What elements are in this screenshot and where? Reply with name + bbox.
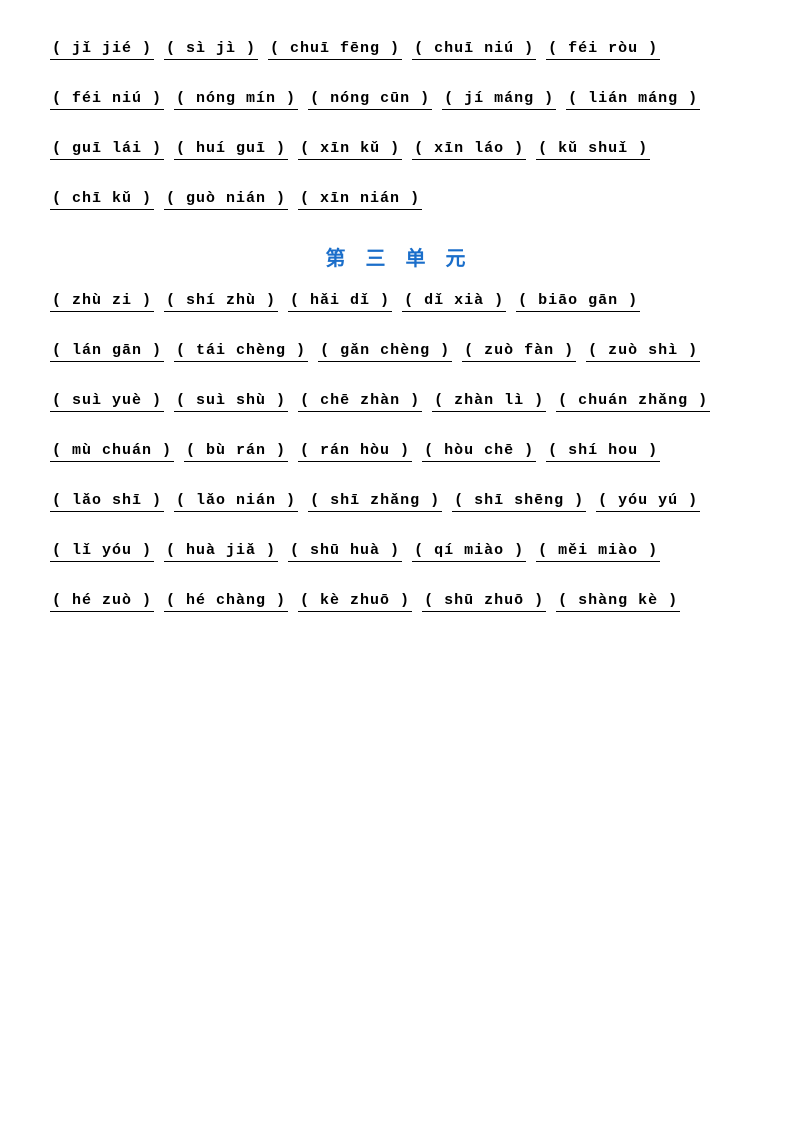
item-2-2: ( nóng mín ) [174,90,298,110]
item-9-2: ( lǎo nián ) [174,492,298,512]
item-6-1: ( lán gān ) [50,342,164,362]
item-3-2: ( huí guī ) [174,140,288,160]
item-11-5: ( shàng kè ) [556,592,680,612]
item-1-2: ( sì jì ) [164,40,258,60]
item-1-1: ( jǐ jié ) [50,40,154,60]
item-5-3: ( hǎi dǐ ) [288,292,392,312]
item-3-4: ( xīn láo ) [412,140,526,160]
header-char-4: 元 [446,242,468,272]
item-6-5: ( zuò shì ) [586,342,700,362]
page: ( jǐ jié ) ( sì jì ) ( chuī fēng ) ( chu… [50,40,743,614]
item-11-2: ( hé chàng ) [164,592,288,612]
item-6-4: ( zuò fàn ) [462,342,576,362]
header-char-2: 三 [366,242,388,272]
item-8-4: ( hòu chē ) [422,442,536,462]
item-3-3: ( xīn kǔ ) [298,140,402,160]
item-7-3: ( chē zhàn ) [298,392,422,412]
line-11: ( hé zuò ) ( hé chàng ) ( kè zhuō ) ( sh… [50,592,743,614]
item-8-3: ( rán hòu ) [298,442,412,462]
item-5-1: ( zhù zi ) [50,292,154,312]
line-2: ( féi niú ) ( nóng mín ) ( nóng cūn ) ( … [50,90,743,112]
item-3-5: ( kǔ shuǐ ) [536,140,650,160]
section1: ( jǐ jié ) ( sì jì ) ( chuī fēng ) ( chu… [50,40,743,212]
item-1-3: ( chuī fēng ) [268,40,402,60]
item-4-1: ( chī kǔ ) [50,190,154,210]
line-5: ( zhù zi ) ( shí zhù ) ( hǎi dǐ ) ( dǐ x… [50,292,743,314]
line-8: ( mù chuán ) ( bù rán ) ( rán hòu ) ( hò… [50,442,743,464]
item-5-2: ( shí zhù ) [164,292,278,312]
item-2-3: ( nóng cūn ) [308,90,432,110]
section2-header: 第 三 单 元 [50,242,743,272]
item-9-4: ( shī shēng ) [452,492,586,512]
item-2-4: ( jí máng ) [442,90,556,110]
item-10-4: ( qí miào ) [412,542,526,562]
item-1-4: ( chuī niú ) [412,40,536,60]
item-7-1: ( suì yuè ) [50,392,164,412]
item-5-4: ( dǐ xià ) [402,292,506,312]
item-9-3: ( shī zhǎng ) [308,492,442,512]
item-2-1: ( féi niú ) [50,90,164,110]
item-7-5: ( chuán zhǎng ) [556,392,710,412]
item-7-4: ( zhàn lì ) [432,392,546,412]
item-5-5: ( biāo gān ) [516,292,640,312]
item-4-2: ( guò nián ) [164,190,288,210]
item-8-2: ( bù rán ) [184,442,288,462]
item-6-3: ( gǎn chèng ) [318,342,452,362]
item-10-2: ( huà jiǎ ) [164,542,278,562]
item-11-4: ( shū zhuō ) [422,592,546,612]
item-10-1: ( lǐ yóu ) [50,542,154,562]
item-11-3: ( kè zhuō ) [298,592,412,612]
section2: ( zhù zi ) ( shí zhù ) ( hǎi dǐ ) ( dǐ x… [50,292,743,614]
line-1: ( jǐ jié ) ( sì jì ) ( chuī fēng ) ( chu… [50,40,743,62]
item-2-5: ( lián máng ) [566,90,700,110]
item-8-1: ( mù chuán ) [50,442,174,462]
header-char-3: 单 [406,242,428,272]
item-7-2: ( suì shù ) [174,392,288,412]
item-9-1: ( lǎo shī ) [50,492,164,512]
item-3-1: ( guī lái ) [50,140,164,160]
line-10: ( lǐ yóu ) ( huà jiǎ ) ( shū huà ) ( qí … [50,542,743,564]
item-11-1: ( hé zuò ) [50,592,154,612]
line-6: ( lán gān ) ( tái chèng ) ( gǎn chèng ) … [50,342,743,364]
item-8-5: ( shí hou ) [546,442,660,462]
line-7: ( suì yuè ) ( suì shù ) ( chē zhàn ) ( z… [50,392,743,414]
header-char-1: 第 [326,242,348,272]
item-9-5: ( yóu yú ) [596,492,700,512]
line-9: ( lǎo shī ) ( lǎo nián ) ( shī zhǎng ) (… [50,492,743,514]
item-10-3: ( shū huà ) [288,542,402,562]
item-10-5: ( měi miào ) [536,542,660,562]
line-3: ( guī lái ) ( huí guī ) ( xīn kǔ ) ( xīn… [50,140,743,162]
item-4-3: ( xīn nián ) [298,190,422,210]
item-6-2: ( tái chèng ) [174,342,308,362]
item-1-5: ( féi ròu ) [546,40,660,60]
line-4: ( chī kǔ ) ( guò nián ) ( xīn nián ) [50,190,743,212]
